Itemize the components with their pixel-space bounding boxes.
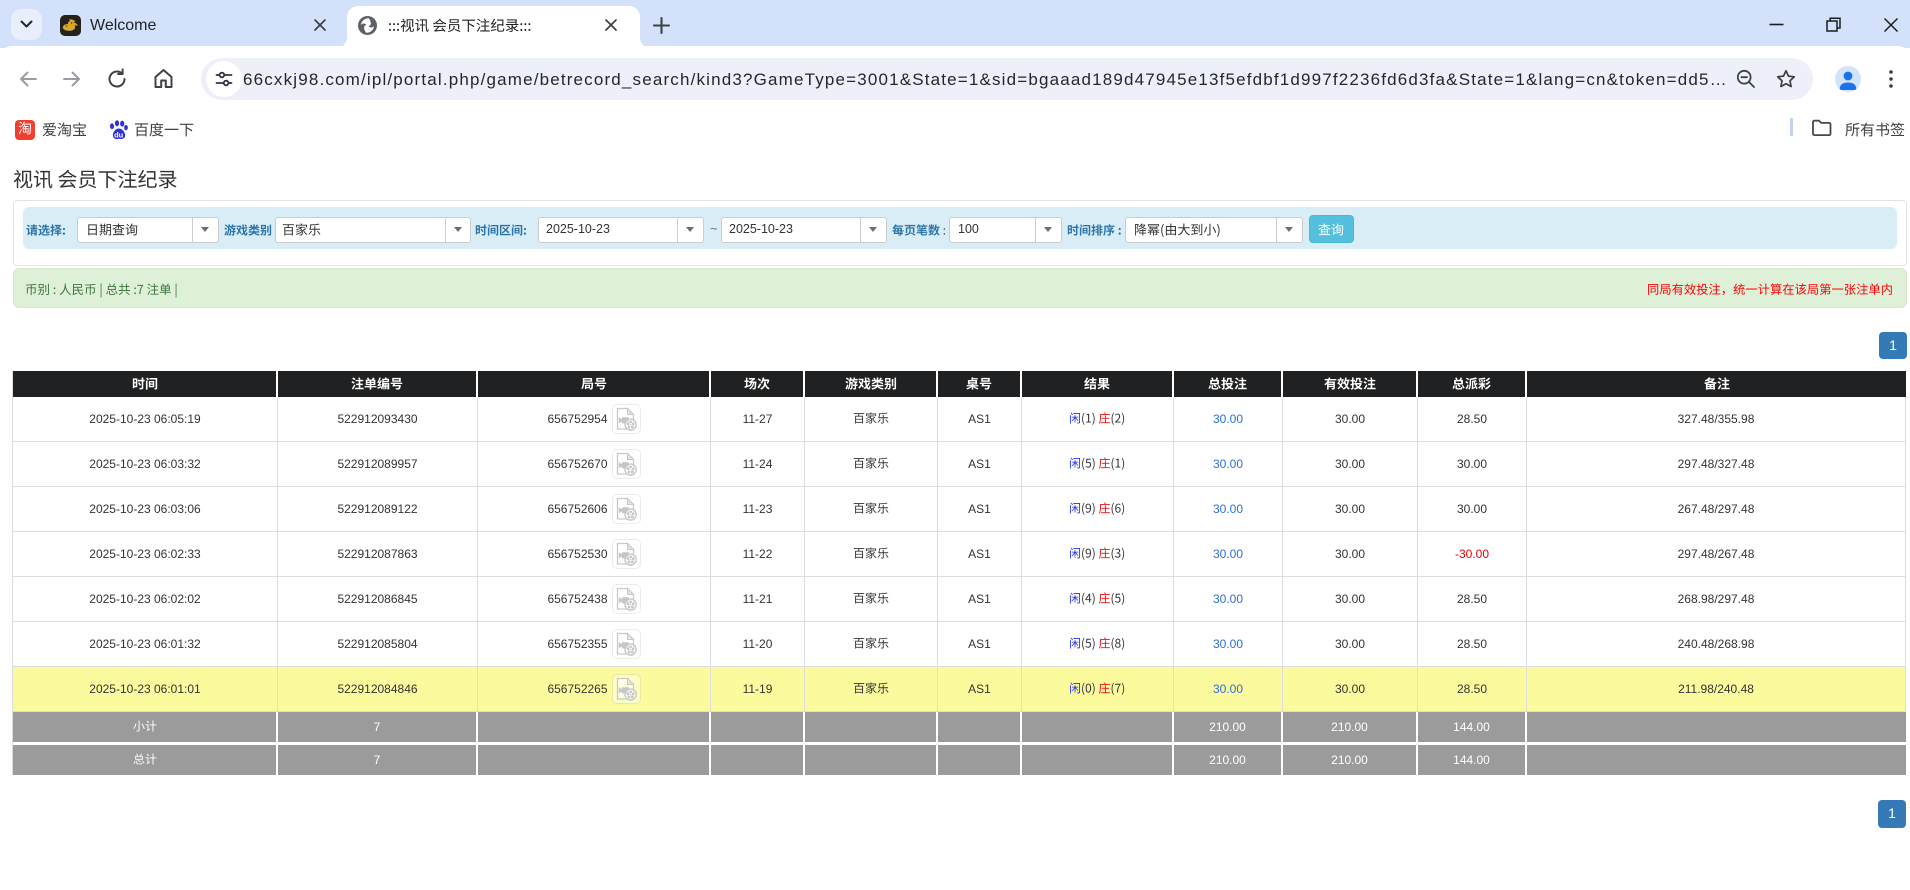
svg-text:du: du: [114, 130, 124, 139]
